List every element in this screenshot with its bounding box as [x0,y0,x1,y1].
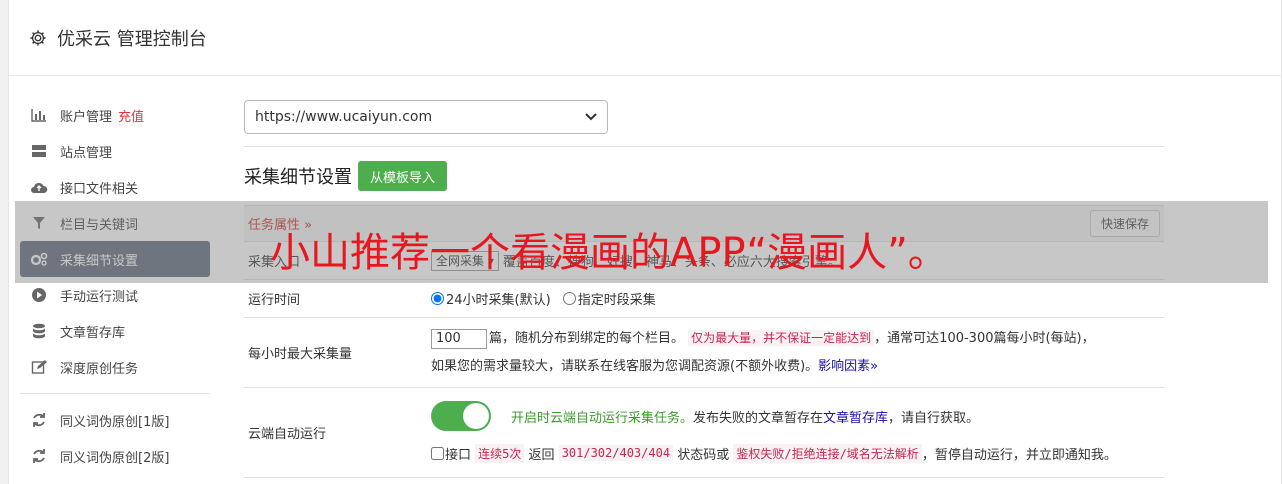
row-label: 运行时间 [248,293,301,308]
sidebar-item-label: 账户管理 [60,109,113,125]
site-select[interactable]: https://www.ucaiyun.com [244,100,608,134]
sidebar-item-label: 站点管理 [60,145,113,161]
sidebar-item-label: 深度原创任务 [60,361,139,377]
sidebar-nav: 账户管理 充值 站点管理 接口文件相关 栏目与关键词 采集细节设置 手动运行测试… [20,97,210,474]
runtime-period-label: 指定时段采集 [577,293,656,308]
max-text-1: 篇，随机分布到绑定的每个栏目。 [489,331,685,346]
cloud-text-2: ，请自行获取。 [888,410,980,426]
table-row: 运行时间 24小时采集(默认) 指定时段采集 [244,280,1164,318]
refresh-icon [30,411,48,429]
sidebar-item-label: 文章暂存库 [60,325,126,341]
site-select-value: https://www.ucaiyun.com [255,109,433,125]
sidebar-item-interface[interactable]: 接口文件相关 [20,169,210,205]
cloud-upload-icon [30,178,48,196]
article-store-link[interactable]: 文章暂存库 [823,407,888,426]
sidebar-item-deep-original[interactable]: 深度原创任务 [20,349,210,385]
sidebar-item-label: 接口文件相关 [60,181,139,197]
max-text-2: ，通常可达100-300篇每小时(每站)， [874,331,1095,346]
section-title: 采集细节设置 [244,167,352,188]
sidebar-item-synonym-v1[interactable]: 同义词伪原创[1版] [20,402,210,438]
cloud-enabled-text: 开启时云端自动运行采集任务。 [511,410,694,426]
cloud-text-1: 发布失败的文章暂存在 [693,410,824,426]
cloud-run-toggle[interactable] [431,401,491,431]
chevron-down-icon [585,113,597,121]
max-note: 仅为最大量，并不保证一定能达到 [688,330,875,346]
gear-icon [30,29,46,46]
row-label: 云端自动运行 [248,427,327,442]
sidebar-item-account[interactable]: 账户管理 充值 [20,97,210,133]
bar-chart-icon [30,106,48,124]
caption-overlay-text: 小山推荐一个看漫画的APP“漫画人”。 [270,230,948,276]
sidebar-item-label: 同义词伪原创[2版] [60,450,170,466]
max-text-3: 如果您的需求量较大，请联系在线客服为您调配资源(不额外收费)。 [431,359,819,374]
main-content: https://www.ucaiyun.com 采集细节设置 从模板导入 任务属… [244,100,1164,478]
sidebar-item-article-store[interactable]: 文章暂存库 [20,313,210,349]
sidebar-item-label: 同义词伪原创[1版] [60,414,170,430]
runtime-24h-label: 24小时采集(默认) [446,293,551,308]
max-per-hour-input[interactable]: 100 [431,328,487,349]
note-consecutive: 连续5次 [475,443,525,463]
cloud-text-3: 返回 [528,447,555,463]
runtime-24h-radio[interactable] [431,292,444,305]
database-icon [30,322,48,340]
page-header: 优采云 管理控制台 [9,0,1281,76]
toggle-knob [463,403,489,429]
refresh-icon [30,447,48,465]
sidebar-item-sites[interactable]: 站点管理 [20,133,210,169]
divider [244,146,1164,147]
checkbox-label: 接口 [445,447,472,463]
runtime-period-radio[interactable] [562,292,576,305]
table-row: 每小时最大采集量 100 篇，随机分布到绑定的每个栏目。 仅为最大量，并不保证一定… [244,318,1164,388]
cloud-text-4: 状态码或 [677,447,730,463]
sidebar-item-label: 手动运行测试 [60,289,139,305]
row-label: 每小时最大采集量 [248,347,353,362]
import-template-button[interactable]: 从模板导入 [358,161,448,191]
cloud-text-5: ，暂停自动运行，并立即通知我。 [921,447,1117,463]
note-auth-failures: 鉴权失败/拒绝连接/域名无法解析 [733,443,922,463]
pause-on-error-checkbox[interactable] [431,446,444,460]
sidebar-divider [20,393,210,394]
influence-factors-link[interactable]: 影响因素» [818,359,878,374]
server-icon [30,142,48,160]
edit-icon [30,358,48,376]
page-title: 优采云 管理控制台 [57,28,207,50]
play-circle-icon [30,286,48,304]
table-row: 云端自动运行 开启时云端自动运行采集任务。 发布失败的文章暂存在 文章暂存库 ，… [244,388,1164,478]
sidebar-item-synonym-v2[interactable]: 同义词伪原创[2版] [20,438,210,474]
note-status-codes: 301/302/403/404 [558,445,674,461]
recharge-link[interactable]: 充值 [118,106,144,125]
